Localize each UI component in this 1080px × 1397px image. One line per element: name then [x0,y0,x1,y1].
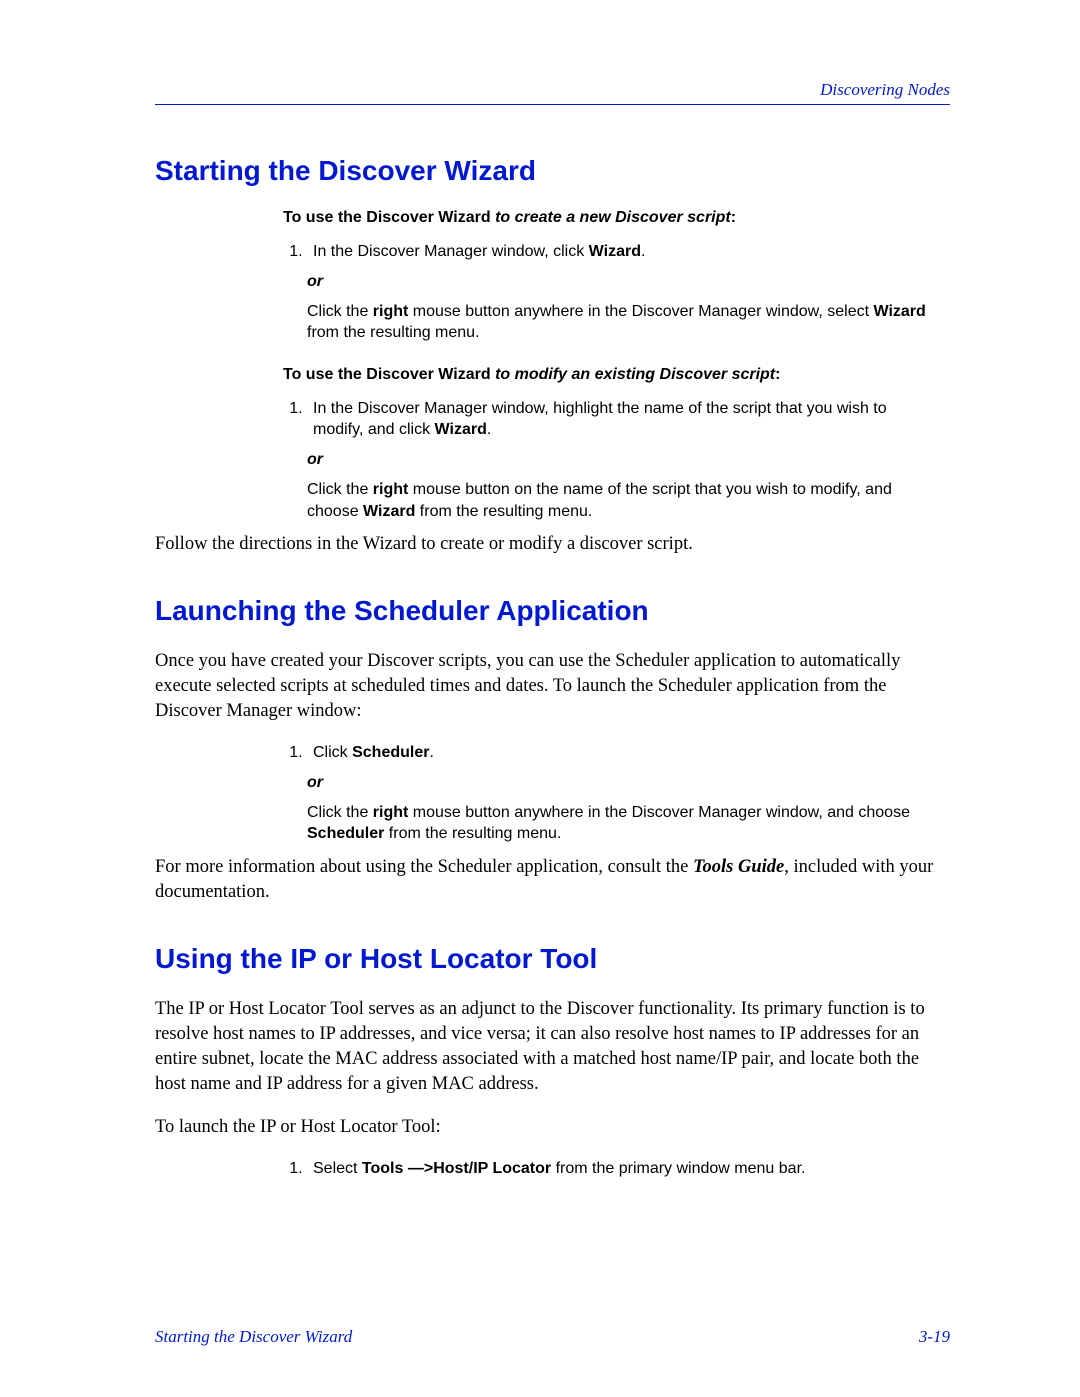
text: : [775,366,780,383]
text-bold: Scheduler [352,744,429,761]
steps-modify: In the Discover Manager window, highligh… [283,398,940,441]
header-topic: Discovering Nodes [155,80,950,100]
text-bold: Scheduler [307,825,384,842]
scheduler-more: For more information about using the Sch… [155,855,950,905]
alt-instruction: Click the right mouse button on the name… [307,479,940,522]
or-divider: or [307,273,940,291]
steps-locator: Select Tools —>Host/IP Locator from the … [283,1158,940,1180]
text-bold: Wizard [873,303,925,320]
text-bold: right [373,481,409,498]
heading-starting-wizard: Starting the Discover Wizard [155,155,950,187]
locator-intro: The IP or Host Locator Tool serves as an… [155,997,950,1097]
scheduler-intro: Once you have created your Discover scri… [155,649,950,724]
steps-create: In the Discover Manager window, click Wi… [283,241,940,263]
text-bold: right [373,804,409,821]
text: from the primary window menu bar. [551,1160,805,1177]
text: Click the [307,804,373,821]
text-italic: to create a new Discover script [495,209,731,226]
alt-instruction: Click the right mouse button anywhere in… [307,301,940,344]
alt-instruction: Click the right mouse button anywhere in… [307,802,940,845]
text-bold: Tools —>Host/IP Locator [362,1160,551,1177]
text-italic: to modify an existing Discover script [495,366,775,383]
text: . [641,243,645,260]
text-bold: Wizard [589,243,641,260]
text: from the resulting menu. [307,324,480,341]
or-divider: or [307,451,940,469]
text: To use the Discover Wizard [283,209,495,226]
text-bold: right [373,303,409,320]
text: In the Discover Manager window, click [313,243,589,260]
text: : [731,209,736,226]
text: Click [313,744,352,761]
step-item: In the Discover Manager window, click Wi… [307,241,940,263]
steps-scheduler: Click Scheduler. [283,742,940,764]
footer-left: Starting the Discover Wizard [155,1327,352,1347]
heading-locator: Using the IP or Host Locator Tool [155,943,950,975]
page: Discovering Nodes Starting the Discover … [0,0,1080,1397]
section1-body: To use the Discover Wizard to create a n… [283,209,940,522]
text: from the resulting menu. [384,825,561,842]
text-bold: Wizard [435,421,487,438]
or-divider: or [307,774,940,792]
lead-create-script: To use the Discover Wizard to create a n… [283,209,940,227]
text: To use the Discover Wizard [283,366,495,383]
text: Click the [307,481,373,498]
step-item: Click Scheduler. [307,742,940,764]
footer-page: 3-19 [919,1327,950,1347]
step-item: Select Tools —>Host/IP Locator from the … [307,1158,940,1180]
locator-launch: To launch the IP or Host Locator Tool: [155,1115,950,1140]
text: from the resulting menu. [415,503,592,520]
text-bold-italic: Tools Guide [693,857,784,877]
text: In the Discover Manager window, highligh… [313,400,887,439]
text-bold: Wizard [363,503,415,520]
text: . [429,744,433,761]
section3-steps: Select Tools —>Host/IP Locator from the … [283,1158,940,1180]
lead-modify-script: To use the Discover Wizard to modify an … [283,366,940,384]
text: mouse button anywhere in the Discover Ma… [408,804,910,821]
footer: Starting the Discover Wizard 3-19 [155,1327,950,1347]
text: mouse button anywhere in the Discover Ma… [408,303,873,320]
section2-steps: Click Scheduler. or Click the right mous… [283,742,940,845]
header-rule [155,104,950,105]
text: For more information about using the Sch… [155,857,693,877]
text: Select [313,1160,362,1177]
step-item: In the Discover Manager window, highligh… [307,398,940,441]
text: . [487,421,491,438]
follow-text: Follow the directions in the Wizard to c… [155,532,950,557]
heading-scheduler: Launching the Scheduler Application [155,595,950,627]
text: Click the [307,303,373,320]
